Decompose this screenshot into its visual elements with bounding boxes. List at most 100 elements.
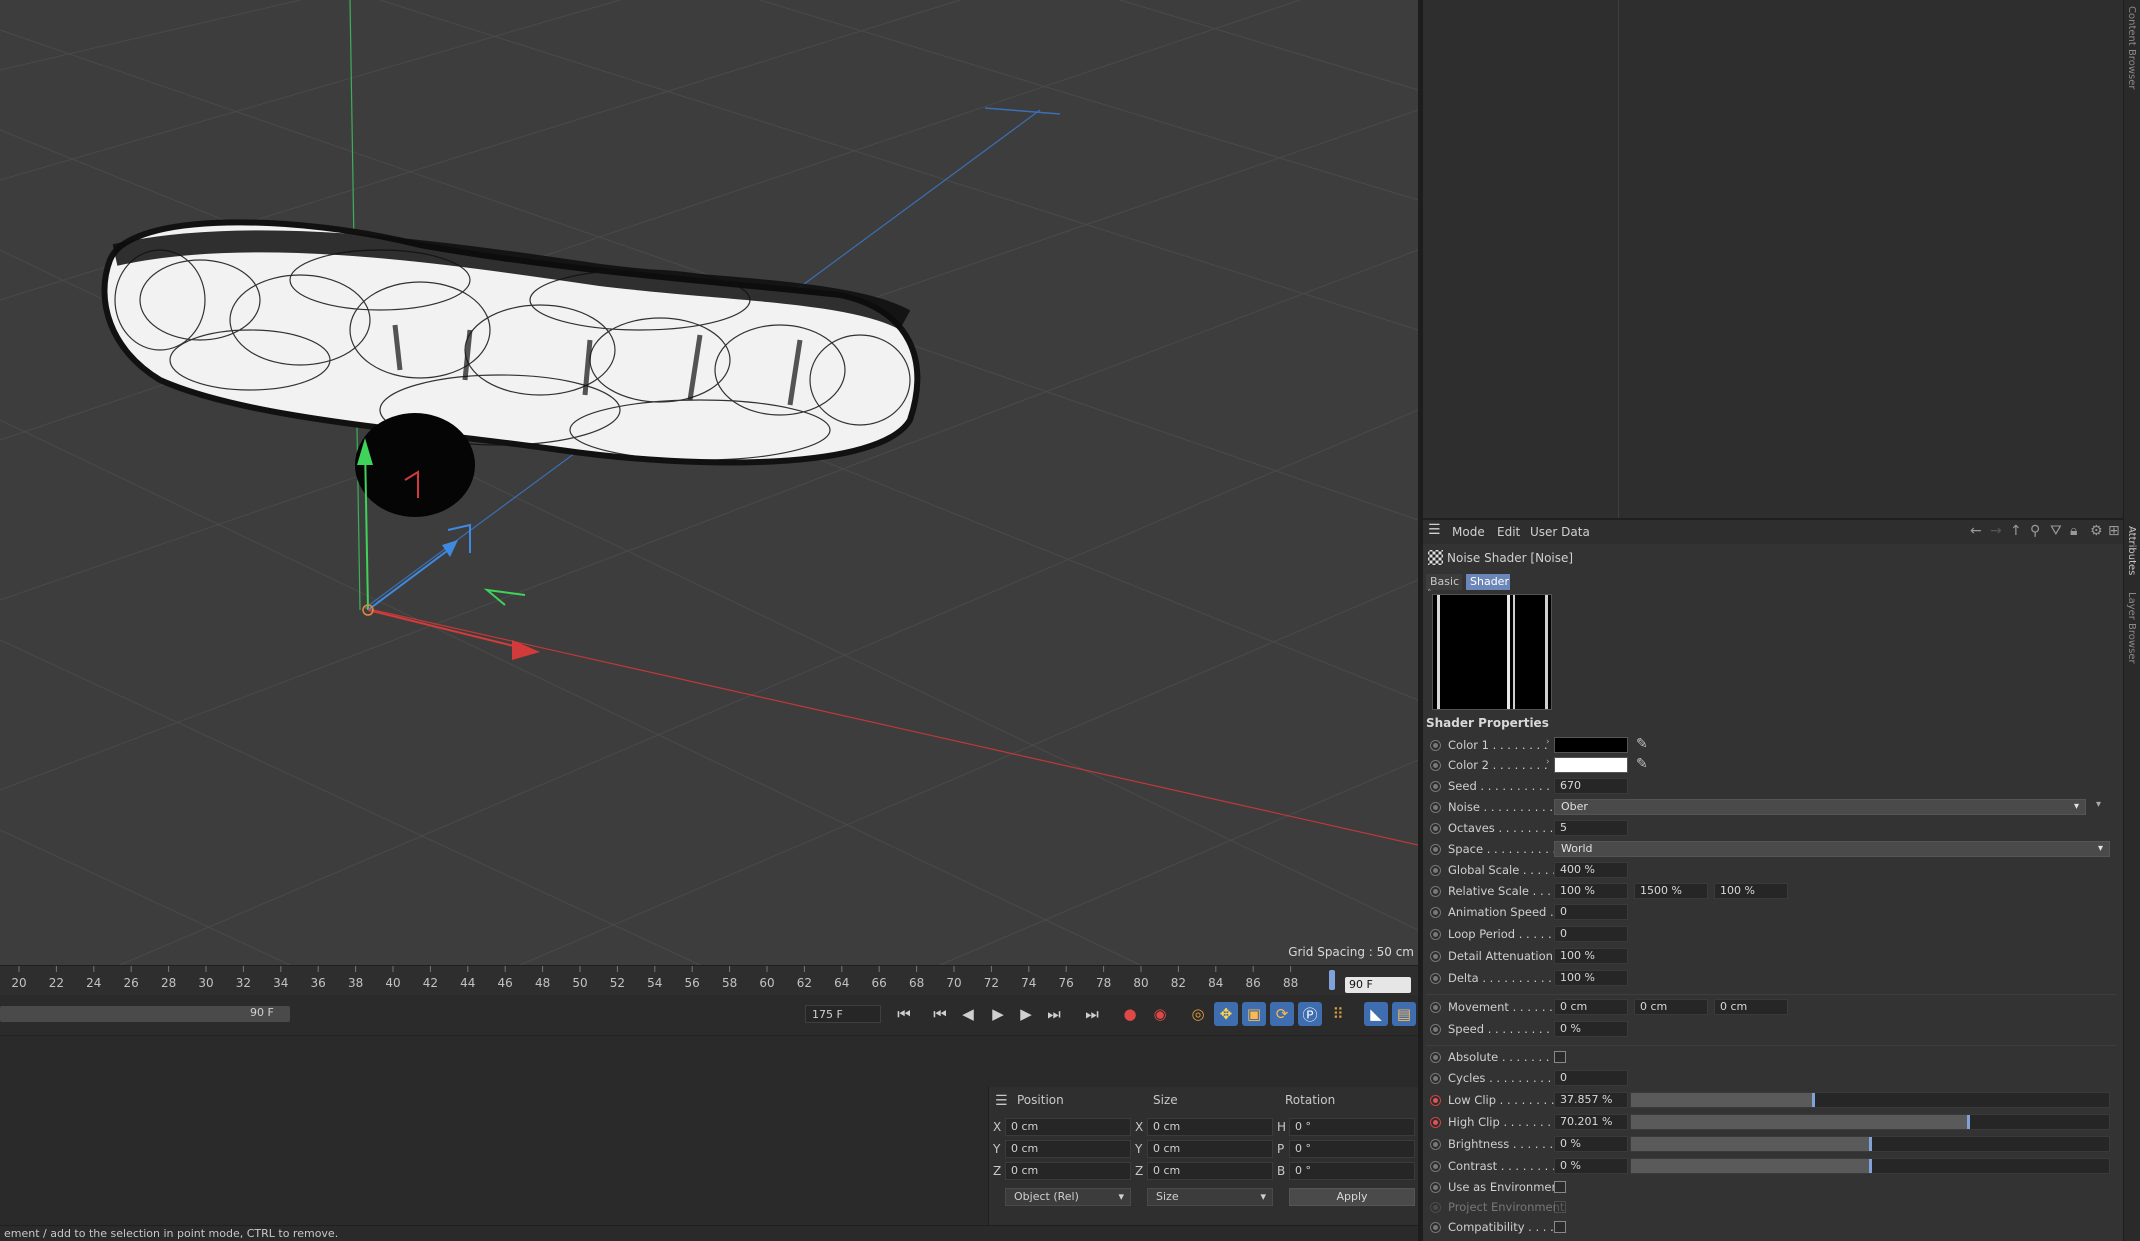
- relative-scale-x-field[interactable]: 100 %: [1554, 883, 1628, 899]
- new-panel-icon[interactable]: ⊞: [2108, 523, 2120, 539]
- next-frame-icon[interactable]: ▶: [1014, 1002, 1038, 1026]
- record-keys-icon[interactable]: ●: [1118, 1002, 1142, 1026]
- pos-z-field[interactable]: 0 cm: [1005, 1162, 1131, 1180]
- global-scale-field[interactable]: 400 %: [1554, 862, 1628, 878]
- animate-toggle-icon[interactable]: [1430, 844, 1441, 855]
- keyframe-icon[interactable]: [1430, 1095, 1441, 1106]
- animate-toggle-icon[interactable]: [1430, 1161, 1441, 1172]
- filter-icon[interactable]: ⛛: [2050, 523, 2062, 539]
- object-manager-column-divider[interactable]: [1618, 0, 1619, 518]
- animate-toggle-icon[interactable]: [1430, 886, 1441, 897]
- search-icon[interactable]: ⚲: [2030, 523, 2040, 539]
- high-clip-handle[interactable]: [1967, 1115, 1970, 1129]
- timeline-ruler[interactable]: 20 22 24 26 28 30 32 34 36 38 40 42 44 46 48 50 52 54 56 58…: [0, 965, 1418, 995]
- low-clip-handle[interactable]: [1812, 1093, 1815, 1107]
- menu-edit[interactable]: Edit: [1497, 525, 1520, 539]
- color2-swatch[interactable]: [1554, 757, 1628, 773]
- expand-arrow-icon[interactable]: ›: [1546, 757, 1550, 767]
- frame-range-slider[interactable]: [0, 1006, 290, 1022]
- animate-toggle-icon[interactable]: [1430, 1222, 1441, 1233]
- absolute-checkbox[interactable]: [1554, 1051, 1566, 1063]
- autokey-icon[interactable]: ◉: [1148, 1002, 1172, 1026]
- high-clip-slider[interactable]: [1630, 1114, 2110, 1130]
- animate-toggle-icon[interactable]: [1430, 802, 1441, 813]
- movement-z-field[interactable]: 0 cm: [1714, 999, 1788, 1015]
- current-frame-field[interactable]: 90 F: [1345, 977, 1411, 993]
- settings-icon[interactable]: ⚙: [2090, 523, 2103, 539]
- layer-browser-tab[interactable]: Layer Browser: [2126, 592, 2137, 664]
- animate-toggle-icon[interactable]: [1430, 740, 1441, 751]
- coordinates-menu-icon[interactable]: ☰: [995, 1093, 1008, 1109]
- use-environment-checkbox[interactable]: [1554, 1181, 1566, 1193]
- space-select[interactable]: World ▾: [1554, 841, 2110, 857]
- animate-toggle-icon[interactable]: [1430, 781, 1441, 792]
- animate-toggle-icon[interactable]: [1430, 907, 1441, 918]
- keyframe-icon[interactable]: [1430, 1117, 1441, 1128]
- timeline-icon[interactable]: ▤: [1392, 1002, 1416, 1026]
- noise-type-select[interactable]: Ober ▾: [1554, 799, 2086, 815]
- rot-b-field[interactable]: 0 °: [1289, 1162, 1415, 1180]
- animate-toggle-icon[interactable]: [1430, 760, 1441, 771]
- forward-arrow-icon[interactable]: →: [1990, 523, 2002, 539]
- previous-key-icon[interactable]: ⏮: [928, 1002, 952, 1026]
- 3d-viewport[interactable]: Grid Spacing : 50 cm: [0, 0, 1418, 965]
- menu-mode[interactable]: Mode: [1452, 525, 1485, 539]
- key-point-level-icon[interactable]: ⠿: [1326, 1002, 1350, 1026]
- animate-toggle-icon[interactable]: [1430, 951, 1441, 962]
- coordinate-mode-select[interactable]: Object (Rel) ▾: [1005, 1188, 1131, 1206]
- play-icon[interactable]: ▶: [986, 1002, 1010, 1026]
- loop-period-field[interactable]: 0: [1554, 926, 1628, 942]
- relative-scale-z-field[interactable]: 100 %: [1714, 883, 1788, 899]
- expand-arrow-icon[interactable]: ›: [1546, 737, 1550, 747]
- size-z-field[interactable]: 0 cm: [1147, 1162, 1273, 1180]
- octaves-field[interactable]: 5: [1554, 820, 1628, 836]
- menu-user-data[interactable]: User Data: [1530, 525, 1590, 539]
- tab-basic[interactable]: Basic: [1426, 574, 1462, 590]
- pos-x-field[interactable]: 0 cm: [1005, 1118, 1131, 1136]
- size-mode-select[interactable]: Size ▾: [1147, 1188, 1273, 1206]
- rot-h-field[interactable]: 0 °: [1289, 1118, 1415, 1136]
- animate-toggle-icon[interactable]: [1430, 1024, 1441, 1035]
- back-arrow-icon[interactable]: ←: [1970, 523, 1982, 539]
- contrast-handle[interactable]: [1869, 1159, 1872, 1173]
- contrast-slider[interactable]: [1630, 1158, 2110, 1174]
- movement-x-field[interactable]: 0 cm: [1554, 999, 1628, 1015]
- previous-frame-icon[interactable]: ◀: [956, 1002, 980, 1026]
- high-clip-field[interactable]: 70.201 %: [1554, 1114, 1628, 1130]
- collapse-caret-icon[interactable]: ˄: [1427, 589, 1432, 599]
- animate-toggle-icon[interactable]: [1430, 1052, 1441, 1063]
- speed-field[interactable]: 0 %: [1554, 1021, 1628, 1037]
- hamburger-menu-icon[interactable]: ☰: [1428, 522, 1441, 538]
- pos-y-field[interactable]: 0 cm: [1005, 1140, 1131, 1158]
- attributes-tab[interactable]: Attributes: [2126, 526, 2137, 575]
- object-manager[interactable]: [1423, 0, 2123, 518]
- rot-p-field[interactable]: 0 °: [1289, 1140, 1415, 1158]
- animate-toggle-icon[interactable]: [1430, 865, 1441, 876]
- animation-speed-field[interactable]: 0: [1554, 904, 1628, 920]
- eyedropper-icon[interactable]: ✎: [1636, 736, 1648, 752]
- end-frame-field[interactable]: 175 F: [805, 1005, 881, 1023]
- animate-toggle-icon[interactable]: [1430, 929, 1441, 940]
- shader-preview[interactable]: [1432, 594, 1552, 710]
- chevron-down-icon[interactable]: ▾: [2096, 799, 2101, 810]
- cycles-field[interactable]: 0: [1554, 1070, 1628, 1086]
- brightness-field[interactable]: 0 %: [1554, 1136, 1628, 1152]
- color1-swatch[interactable]: [1554, 737, 1628, 753]
- key-scale-icon[interactable]: ▣: [1242, 1002, 1266, 1026]
- key-parameter-icon[interactable]: Ⓟ: [1298, 1002, 1322, 1026]
- animate-toggle-icon[interactable]: [1430, 1073, 1441, 1084]
- lock-icon[interactable]: 🔒︎: [2070, 523, 2077, 539]
- playhead-marker[interactable]: [1329, 970, 1335, 990]
- size-y-field[interactable]: 0 cm: [1147, 1140, 1273, 1158]
- movement-y-field[interactable]: 0 cm: [1634, 999, 1708, 1015]
- animate-toggle-icon[interactable]: [1430, 823, 1441, 834]
- relative-scale-y-field[interactable]: 1500 %: [1634, 883, 1708, 899]
- animate-toggle-icon[interactable]: [1430, 1139, 1441, 1150]
- tab-shader[interactable]: Shader: [1466, 574, 1510, 590]
- brightness-slider[interactable]: [1630, 1136, 2110, 1152]
- contrast-field[interactable]: 0 %: [1554, 1158, 1628, 1174]
- animate-toggle-icon[interactable]: [1430, 1002, 1441, 1013]
- eyedropper-icon[interactable]: ✎: [1636, 756, 1648, 772]
- apply-button[interactable]: Apply: [1289, 1188, 1415, 1206]
- next-key-icon[interactable]: ⏭: [1042, 1002, 1066, 1026]
